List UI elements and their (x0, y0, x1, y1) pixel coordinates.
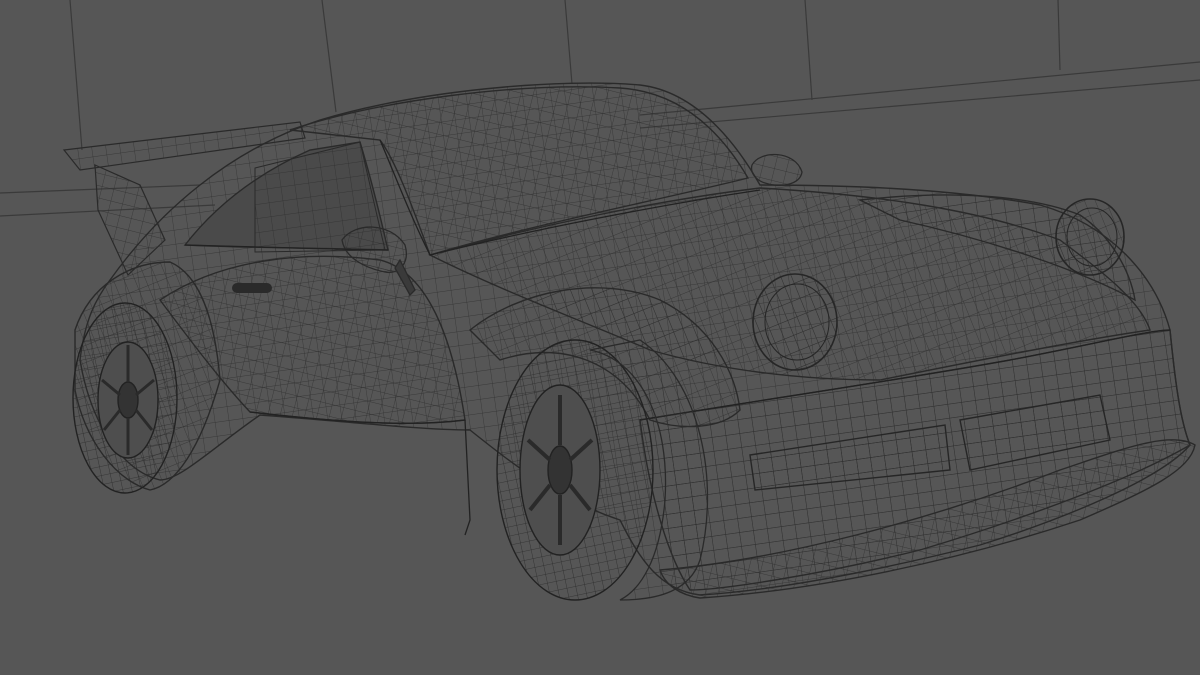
rear-wheel (72, 302, 178, 494)
wireframe-scene (0, 0, 1200, 601)
viewport-3d (0, 0, 1200, 675)
front-wheel (496, 339, 654, 601)
door-handle (232, 283, 272, 293)
